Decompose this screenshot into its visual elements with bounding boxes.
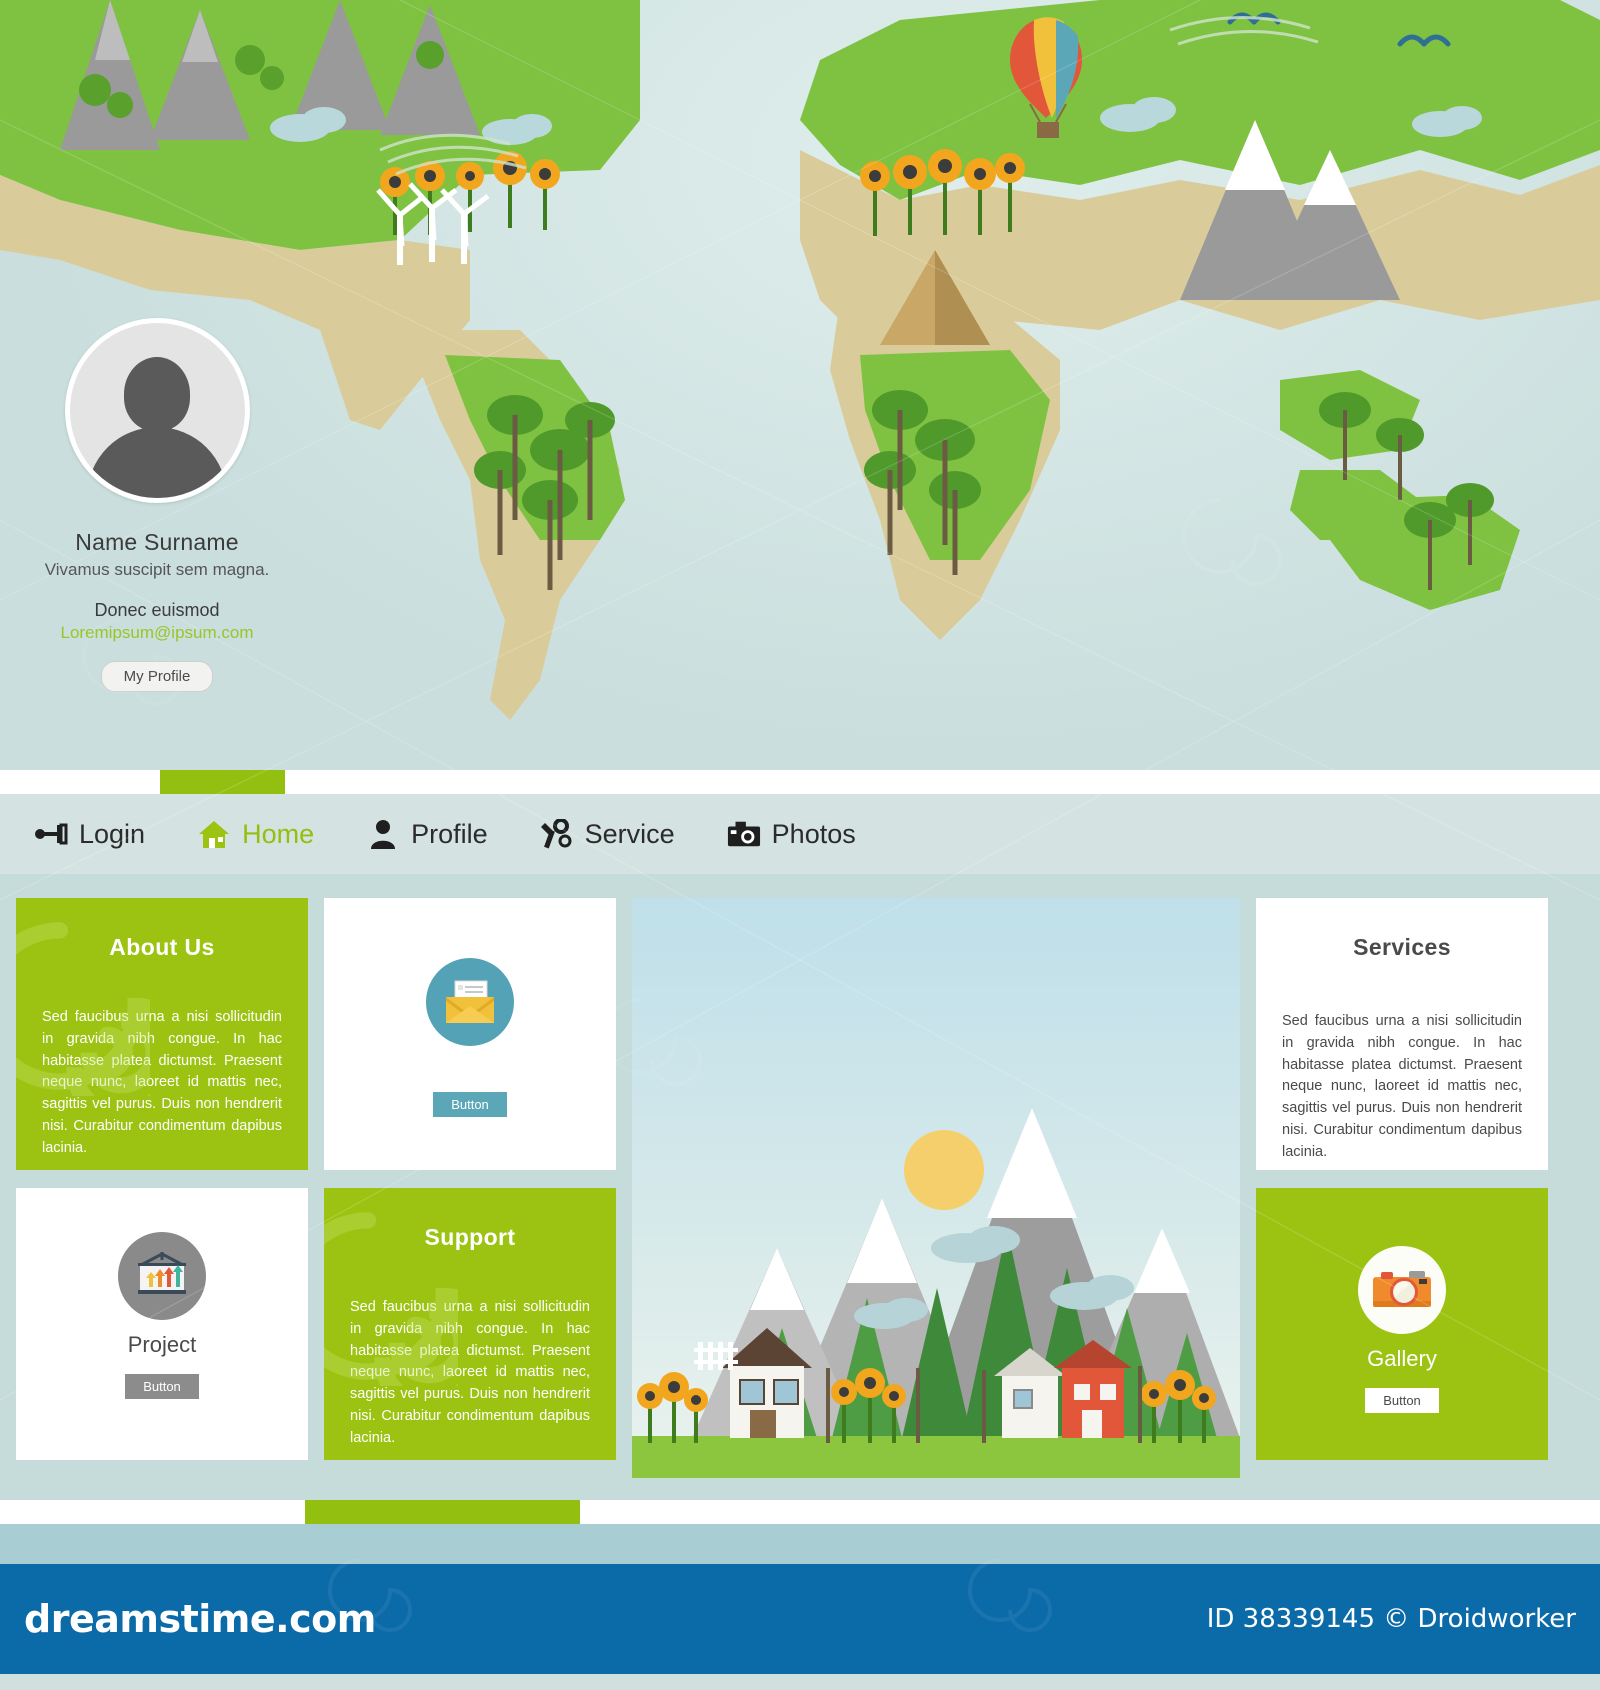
services-title: Services (1353, 934, 1451, 960)
project-button[interactable]: Button (125, 1374, 199, 1399)
hero-banner: Name Surname Vivamus suscipit sem magna.… (0, 0, 1600, 770)
my-profile-button[interactable]: My Profile (100, 661, 214, 692)
key-icon (34, 819, 68, 849)
nav-item-photos[interactable]: Photos (727, 819, 856, 850)
profile-name: Name Surname (75, 529, 239, 555)
presentation-chart-icon (138, 1252, 186, 1294)
nav-label-login: Login (79, 818, 146, 849)
about-us-text: Sed faucibus urna a nisi sollicitudin in… (42, 1009, 282, 1156)
nav-label-photos: Photos (771, 818, 856, 849)
column-second: Button Support Sed faucibus urna a nisi … (324, 898, 616, 1460)
mountain-village-illustration (632, 898, 1240, 1478)
top-divider-strip (0, 770, 1600, 794)
profile-email-link[interactable]: Loremipsum@ipsum.com (22, 623, 292, 643)
about-us-title: About Us (109, 934, 215, 960)
support-text: Sed faucibus urna a nisi sollicitudin in… (350, 1299, 590, 1446)
envelope-mail-icon (446, 980, 494, 1023)
nav-label-service: Service (584, 818, 675, 849)
strip-green-segment (305, 1500, 580, 1524)
nav-label-home: Home (242, 818, 315, 849)
nav-item-service[interactable]: Service (540, 819, 675, 850)
gallery-card: Gallery Button (1256, 1188, 1548, 1460)
main-content: About Us Sed faucibus urna a nisi sollic… (0, 874, 1600, 1500)
nav-item-login[interactable]: Login (34, 819, 145, 850)
project-icon-circle (118, 1232, 206, 1320)
avatar-head-shape (124, 357, 190, 431)
photo-camera-icon (1373, 1271, 1431, 1307)
person-icon (366, 819, 400, 849)
strip-green-segment (160, 770, 285, 794)
image-credit: ID 38339145 © Droidworker (1206, 1604, 1576, 1634)
nav-label-profile: Profile (411, 818, 488, 849)
gallery-button[interactable]: Button (1365, 1388, 1439, 1413)
main-navigation: Login Home Profile Service Photos (0, 794, 1600, 874)
site-logo: dreamstime.com (24, 1597, 376, 1641)
profile-tagline: Vivamus suscipit sem magna. (44, 560, 270, 579)
column-landscape (632, 898, 1240, 1478)
watermark-bar: dreamstime.com ID 38339145 © Droidworker (0, 1564, 1600, 1674)
nav-item-home[interactable]: Home (197, 819, 314, 850)
project-label: Project (127, 1332, 197, 1357)
services-text: Sed faucibus urna a nisi sollicitudin in… (1282, 1013, 1522, 1160)
mail-card: Button (324, 898, 616, 1170)
bottom-divider-strip (0, 1500, 1600, 1524)
card-grid: About Us Sed faucibus urna a nisi sollic… (16, 898, 1584, 1478)
landscape-illustration-card (632, 898, 1240, 1478)
support-title: Support (424, 1224, 516, 1250)
project-card: Project Button (16, 1188, 308, 1460)
profile-subtitle: Donec euismod (94, 600, 220, 620)
tools-icon (540, 819, 574, 849)
column-left: About Us Sed faucibus urna a nisi sollic… (16, 898, 308, 1460)
about-us-card: About Us Sed faucibus urna a nisi sollic… (16, 898, 308, 1170)
avatar (64, 318, 250, 503)
support-card: Support Sed faucibus urna a nisi sollici… (324, 1188, 616, 1460)
house-icon (197, 819, 231, 849)
mail-icon-circle (426, 958, 514, 1046)
camera-icon (727, 819, 761, 849)
profile-card: Name Surname Vivamus suscipit sem magna.… (22, 318, 292, 692)
gallery-label: Gallery (1367, 1346, 1437, 1371)
gallery-icon-circle (1358, 1246, 1446, 1334)
avatar-body-shape (87, 427, 227, 498)
nav-item-profile[interactable]: Profile (366, 819, 488, 850)
column-right: Services Sed faucibus urna a nisi sollic… (1256, 898, 1548, 1460)
mail-button[interactable]: Button (433, 1092, 507, 1117)
footer-area: dreamstime.com ID 38339145 © Droidworker (0, 1524, 1600, 1674)
services-card: Services Sed faucibus urna a nisi sollic… (1256, 898, 1548, 1170)
